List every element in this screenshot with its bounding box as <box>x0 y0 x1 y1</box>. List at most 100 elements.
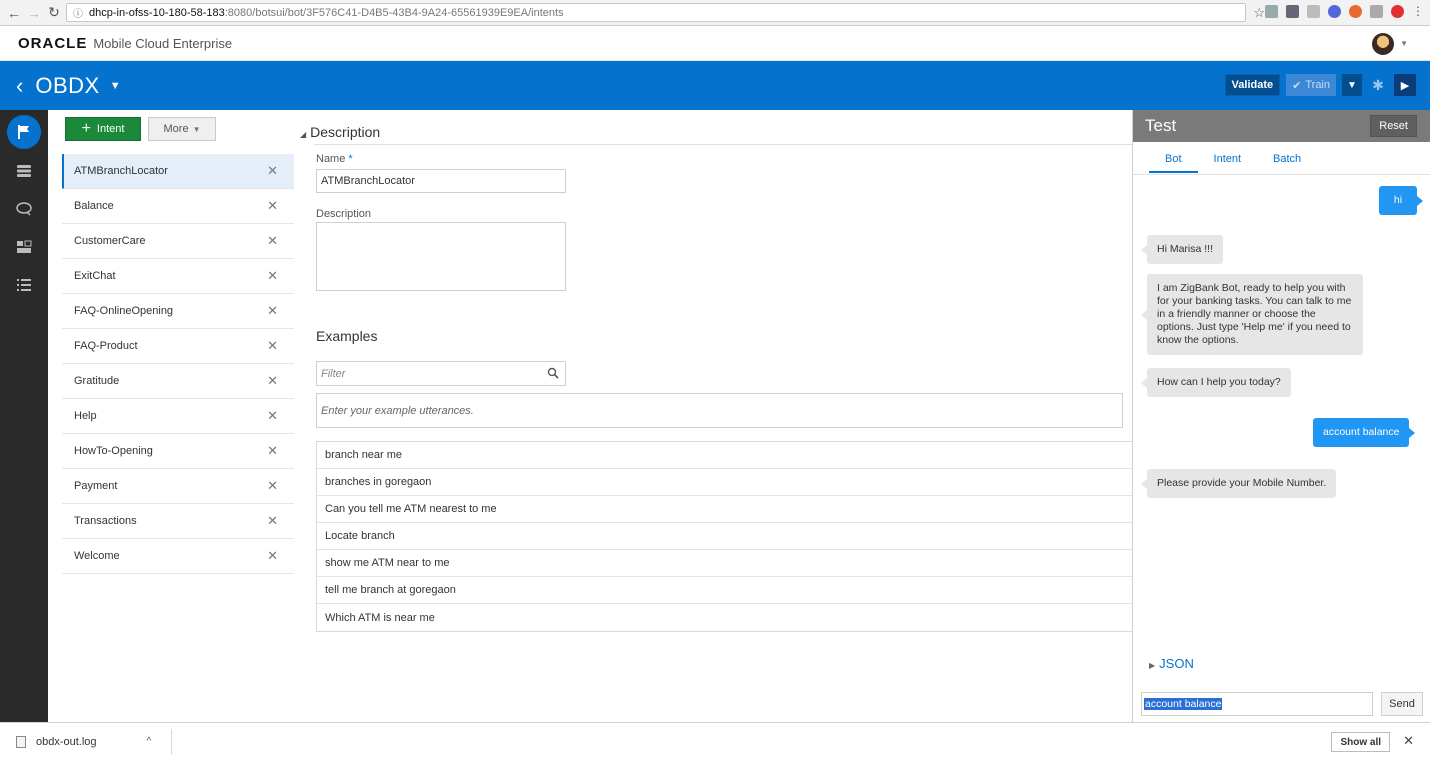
example-row[interactable]: Locate branch <box>317 523 1132 550</box>
intent-item[interactable]: ExitChat ✕ <box>62 259 294 294</box>
description-textarea[interactable] <box>316 222 566 291</box>
validate-button[interactable]: Validate <box>1224 74 1281 96</box>
chevron-down-icon[interactable]: ▼ <box>110 80 121 92</box>
download-file-name[interactable]: obdx-out.log <box>36 736 97 748</box>
intent-item[interactable]: Welcome ✕ <box>62 539 294 574</box>
intent-item[interactable]: Help ✕ <box>62 399 294 434</box>
tab-bot[interactable]: Bot <box>1149 153 1198 173</box>
chevron-down-icon[interactable]: ▼ <box>1400 39 1408 48</box>
intent-item[interactable]: Payment ✕ <box>62 469 294 504</box>
utterance-placeholder: Enter your example utterances. <box>321 404 474 417</box>
avatar[interactable] <box>1372 33 1394 55</box>
debug-bug-icon[interactable]: ✱ <box>1368 77 1388 94</box>
description-section-toggle[interactable]: ◢ Description <box>300 124 380 140</box>
reload-icon[interactable]: ↻ <box>44 4 64 21</box>
intent-item[interactable]: Transactions ✕ <box>62 504 294 539</box>
back-chevron-icon[interactable]: ‹ <box>16 73 23 99</box>
utterance-input[interactable]: Enter your example utterances. <box>316 393 1123 428</box>
browser-toolbar: ← → ↻ ⓘ dhcp-in-ofss-10-180-58-183:8080/… <box>0 0 1430 26</box>
bot-name[interactable]: OBDX <box>35 73 99 99</box>
address-bar[interactable]: ⓘ dhcp-in-ofss-10-180-58-183:8080/botsui… <box>66 3 1265 22</box>
menu-dots-icon[interactable]: ⋮ <box>1412 5 1424 18</box>
intent-editor: ◢ Description Name * ATMBranchLocator Des… <box>300 110 1132 722</box>
extension-icon[interactable] <box>1286 5 1299 18</box>
filter-input[interactable]: Filter <box>316 361 566 386</box>
rail-components[interactable] <box>0 228 48 266</box>
delete-x-icon[interactable]: ✕ <box>267 478 278 494</box>
intent-label: ExitChat <box>74 270 116 282</box>
reset-button[interactable]: Reset <box>1370 115 1417 137</box>
bot-message: I am ZigBank Bot, ready to help you with… <box>1141 274 1363 355</box>
example-row[interactable]: show me ATM near to me <box>317 550 1132 577</box>
example-row[interactable]: Which ATM is near me <box>317 604 1132 631</box>
extension-icon[interactable] <box>1328 5 1341 18</box>
tab-batch[interactable]: Batch <box>1257 153 1317 173</box>
delete-x-icon[interactable]: ✕ <box>267 338 278 354</box>
delete-x-icon[interactable]: ✕ <box>267 373 278 389</box>
more-button[interactable]: More ▼ <box>148 117 216 141</box>
intent-item[interactable]: Gratitude ✕ <box>62 364 294 399</box>
rail-intents[interactable] <box>0 110 48 149</box>
train-options-chevron-icon[interactable]: ▼ <box>1342 74 1362 96</box>
required-mark: * <box>348 153 353 165</box>
close-icon[interactable]: ✕ <box>1403 733 1414 749</box>
delete-x-icon[interactable]: ✕ <box>267 163 278 179</box>
train-button[interactable]: ✔ Train <box>1286 74 1336 96</box>
delete-x-icon[interactable]: ✕ <box>267 408 278 424</box>
extension-icon[interactable] <box>1307 5 1320 18</box>
send-button[interactable]: Send <box>1381 692 1423 716</box>
tab-intent[interactable]: Intent <box>1198 153 1258 173</box>
extension-icon[interactable] <box>1349 5 1362 18</box>
back-arrow-icon[interactable]: ← <box>4 5 24 21</box>
opera-icon[interactable] <box>1391 5 1404 18</box>
show-all-button[interactable]: Show all <box>1331 732 1390 752</box>
search-icon[interactable] <box>547 367 559 379</box>
intent-label: HowTo-Opening <box>74 445 153 457</box>
intent-item[interactable]: CustomerCare ✕ <box>62 224 294 259</box>
rail-flows[interactable] <box>0 190 48 228</box>
intent-label: Help <box>74 410 97 422</box>
intent-name-input[interactable]: ATMBranchLocator <box>316 169 566 193</box>
product-name: Mobile Cloud Enterprise <box>93 36 233 51</box>
add-intent-button[interactable]: + Intent <box>65 117 141 141</box>
flag-icon <box>7 115 41 149</box>
intent-item[interactable]: FAQ-Product ✕ <box>62 329 294 364</box>
brand-header: ORACLE Mobile Cloud Enterprise ▼ <box>0 27 1430 61</box>
test-play-icon[interactable]: ▶ <box>1394 74 1416 96</box>
examples-title: Examples <box>316 328 378 344</box>
intent-item[interactable]: FAQ-OnlineOpening ✕ <box>62 294 294 329</box>
rail-settings[interactable] <box>0 266 48 304</box>
delete-x-icon[interactable]: ✕ <box>267 548 278 564</box>
check-circle-icon: ✔ <box>1292 79 1302 92</box>
chat-input-value: account balance <box>1144 698 1223 710</box>
example-row[interactable]: branch near me <box>317 442 1132 469</box>
chevron-up-icon[interactable]: ^ <box>147 736 152 747</box>
rail-entities[interactable] <box>0 152 48 190</box>
bookmark-star-icon[interactable]: ☆ <box>1253 5 1265 21</box>
example-row[interactable]: Can you tell me ATM nearest to me <box>317 496 1132 523</box>
json-toggle[interactable]: ▶ JSON <box>1149 656 1194 671</box>
intent-item[interactable]: Balance ✕ <box>62 189 294 224</box>
file-icon <box>16 735 26 748</box>
example-row[interactable]: tell me branch at goregaon <box>317 577 1132 604</box>
more-label: More <box>163 123 189 135</box>
example-row[interactable]: branches in goregaon <box>317 469 1132 496</box>
chat-input[interactable]: account balance <box>1141 692 1373 716</box>
delete-x-icon[interactable]: ✕ <box>267 513 278 529</box>
delete-x-icon[interactable]: ✕ <box>267 233 278 249</box>
left-nav-rail <box>0 110 48 722</box>
delete-x-icon[interactable]: ✕ <box>267 303 278 319</box>
components-icon <box>17 240 32 253</box>
forward-arrow-icon[interactable]: → <box>24 5 44 21</box>
collapse-triangle-icon: ◢ <box>300 130 307 139</box>
intent-item[interactable]: ATMBranchLocator ✕ <box>62 154 294 189</box>
extension-icon[interactable] <box>1265 5 1278 18</box>
delete-x-icon[interactable]: ✕ <box>267 268 278 284</box>
extensions: ⋮ <box>1265 5 1424 18</box>
intent-list-panel: + Intent More ▼ ATMBranchLocator ✕ Balanc… <box>48 110 294 722</box>
intent-item[interactable]: HowTo-Opening ✕ <box>62 434 294 469</box>
delete-x-icon[interactable]: ✕ <box>267 198 278 214</box>
extension-icon[interactable] <box>1370 5 1383 18</box>
download-bar: obdx-out.log ^ Show all ✕ <box>0 722 1430 760</box>
delete-x-icon[interactable]: ✕ <box>267 443 278 459</box>
